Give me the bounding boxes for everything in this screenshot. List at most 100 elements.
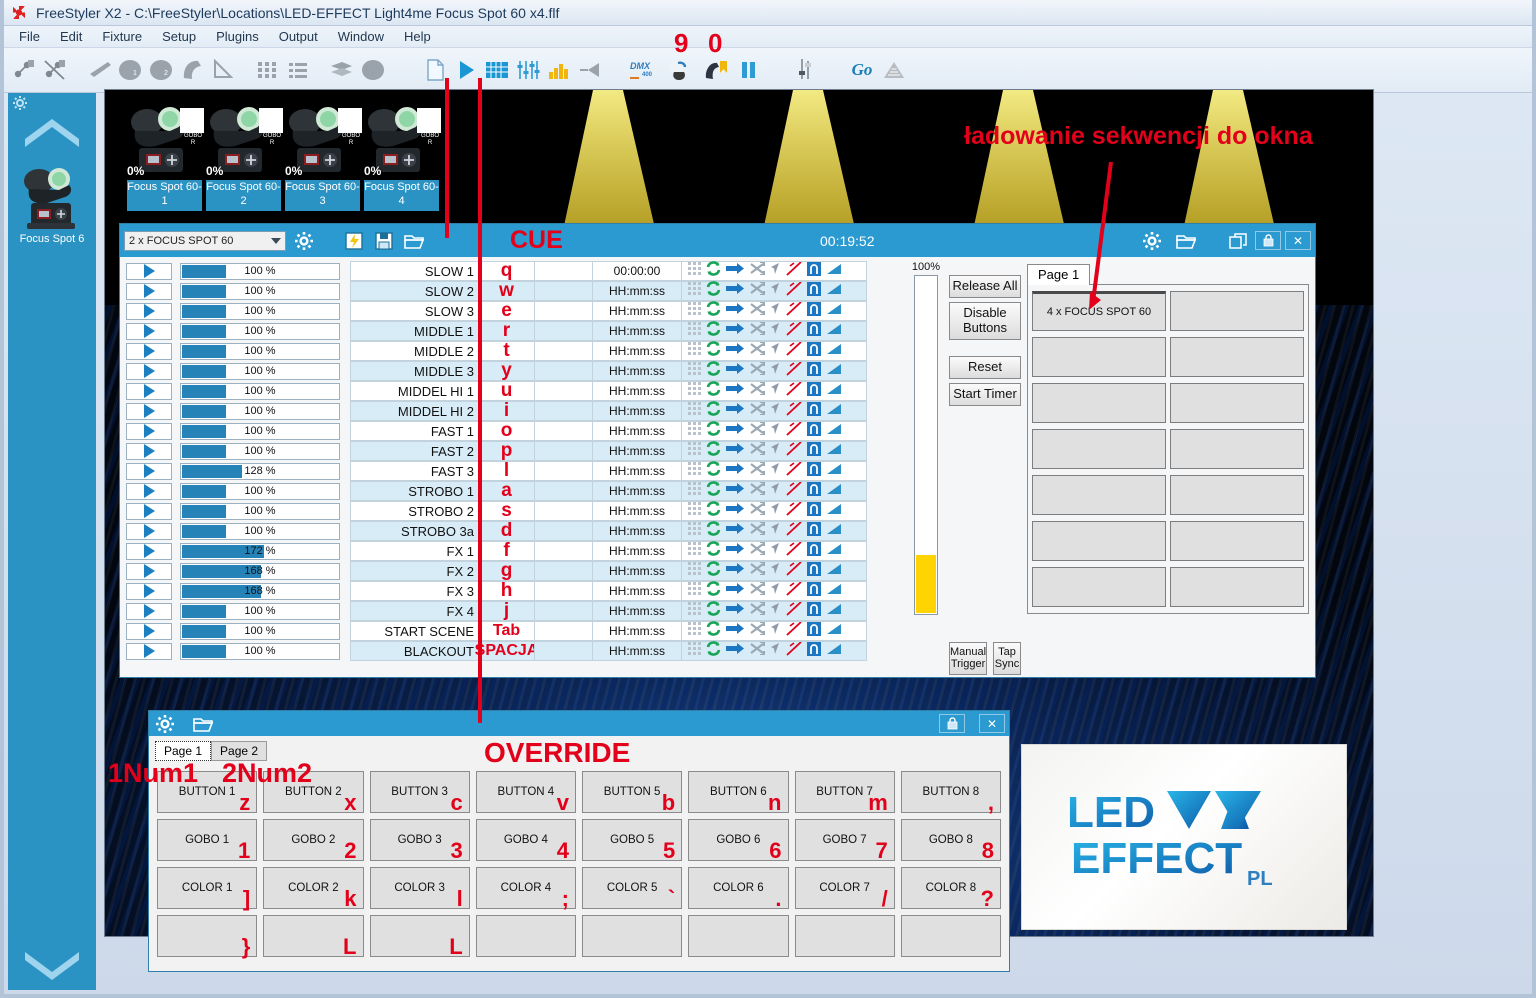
- menu-fixture[interactable]: Fixture: [93, 27, 151, 46]
- disable-buttons-button[interactable]: Disable Buttons: [949, 301, 1021, 340]
- fixture-thumb[interactable]: GOBO R 0% Focus Spot 60-1: [127, 102, 204, 211]
- beam-preview-icon[interactable]: [576, 55, 604, 85]
- master-fader[interactable]: 100%: [909, 261, 943, 679]
- override-button[interactable]: GOBO 3 3: [369, 819, 470, 862]
- cursor-icon[interactable]: [770, 442, 781, 460]
- loop-icon[interactable]: [706, 441, 721, 461]
- drag-handle-icon[interactable]: [688, 542, 701, 560]
- cue-speed-bar[interactable]: 100 %: [180, 382, 340, 400]
- cue-play-button[interactable]: [126, 302, 172, 320]
- submaster-icon[interactable]: [545, 55, 573, 85]
- cue-play-button[interactable]: [126, 642, 172, 660]
- shuffle-icon[interactable]: [750, 281, 765, 300]
- cursor-icon[interactable]: [770, 302, 781, 320]
- gate-icon[interactable]: [807, 621, 821, 641]
- cue-speed-bar[interactable]: 100 %: [180, 482, 340, 500]
- cue-play-button[interactable]: [126, 362, 172, 380]
- shuffle-icon[interactable]: [750, 321, 765, 340]
- gate-icon[interactable]: [807, 261, 821, 281]
- shuffle-icon[interactable]: [750, 621, 765, 640]
- drag-handle-icon[interactable]: [688, 622, 701, 640]
- bookmark-fixture-icon[interactable]: [700, 55, 732, 85]
- cursor-icon[interactable]: [770, 562, 781, 580]
- override-button[interactable]: GOBO 1 1: [157, 819, 258, 862]
- circle-1-icon[interactable]: 1: [116, 55, 144, 85]
- cue-speed-bar[interactable]: 100 %: [180, 262, 340, 280]
- loop-icon[interactable]: [706, 381, 721, 401]
- shuffle-icon[interactable]: [750, 561, 765, 580]
- manual-trigger-button[interactable]: Manual Trigger: [949, 641, 988, 675]
- fade-ramp-icon[interactable]: [826, 322, 842, 340]
- faders-icon[interactable]: [514, 55, 542, 85]
- cue-speed-bar[interactable]: 100 %: [180, 442, 340, 460]
- gate-icon[interactable]: [807, 541, 821, 561]
- no-fade-icon[interactable]: [786, 340, 802, 361]
- fade-ramp-icon[interactable]: [826, 302, 842, 320]
- fixture-thumb[interactable]: GOBO R 0% Focus Spot 60-4: [364, 102, 441, 211]
- sequence-page-button[interactable]: [1032, 337, 1166, 377]
- import-sequence-icon[interactable]: [342, 229, 366, 253]
- cue-speed-bar[interactable]: 100 %: [180, 642, 340, 660]
- sequence-page-button[interactable]: [1170, 291, 1304, 331]
- cue-speed-bar[interactable]: 100 %: [180, 522, 340, 540]
- drag-handle-icon[interactable]: [688, 642, 701, 660]
- forward-arrow-icon[interactable]: [726, 442, 745, 460]
- beam-icon[interactable]: [85, 55, 113, 85]
- cue-play-button[interactable]: [126, 542, 172, 560]
- cue-speed-bar[interactable]: 100 %: [180, 622, 340, 640]
- cursor-icon[interactable]: [770, 382, 781, 400]
- tab-page-2[interactable]: Page 2: [211, 741, 268, 761]
- gate-icon[interactable]: [807, 561, 821, 581]
- forward-arrow-icon[interactable]: [726, 362, 745, 380]
- cue-row[interactable]: 100 % SLOW 1 q 00:00:00: [126, 260, 905, 281]
- cue-row[interactable]: 100 % MIDDLE 2 t HH:mm:ss: [126, 340, 905, 361]
- no-fade-icon[interactable]: [786, 580, 802, 601]
- override-button[interactable]: BUTTON 6 n: [688, 771, 789, 814]
- master-fader-knob[interactable]: [916, 555, 936, 613]
- override-button[interactable]: BUTTON 2 x: [263, 771, 364, 814]
- override-button[interactable]: COLOR 5 `: [582, 867, 683, 910]
- drag-handle-icon[interactable]: [688, 482, 701, 500]
- release-all-button[interactable]: Release All: [949, 275, 1021, 298]
- no-fade-icon[interactable]: [786, 620, 802, 641]
- forward-arrow-icon[interactable]: [726, 562, 745, 580]
- shuffle-icon[interactable]: [750, 361, 765, 380]
- gear-icon[interactable]: [292, 229, 316, 253]
- override-button[interactable]: GOBO 4 4: [475, 819, 576, 862]
- sequence-page-button[interactable]: [1170, 475, 1304, 515]
- tab-page-1[interactable]: Page 1: [1027, 264, 1091, 285]
- forward-arrow-icon[interactable]: [726, 342, 745, 360]
- no-fade-icon[interactable]: [786, 360, 802, 381]
- group-copy-icon[interactable]: [328, 55, 356, 85]
- override-button[interactable]: COLOR 7 /: [794, 867, 895, 910]
- shuffle-icon[interactable]: [750, 601, 765, 620]
- gate-icon[interactable]: [807, 521, 821, 541]
- fade-ramp-icon[interactable]: [826, 422, 842, 440]
- forward-arrow-icon[interactable]: [726, 622, 745, 640]
- shuffle-icon[interactable]: [750, 581, 765, 600]
- sequence-page-button[interactable]: [1170, 429, 1304, 469]
- override-button[interactable]: COLOR 4 ;: [475, 867, 576, 910]
- override-button[interactable]: BUTTON 3 c: [369, 771, 470, 814]
- forward-arrow-icon[interactable]: [726, 322, 745, 340]
- forward-arrow-icon[interactable]: [726, 602, 745, 620]
- forward-arrow-icon[interactable]: [726, 282, 745, 300]
- cue-row[interactable]: 100 % STROBO 3a d HH:mm:ss: [126, 520, 905, 541]
- no-fade-icon[interactable]: [786, 260, 802, 281]
- single-fader-icon[interactable]: [791, 55, 819, 85]
- loop-icon[interactable]: [706, 581, 721, 601]
- chevron-up-icon[interactable]: [21, 113, 83, 147]
- menu-output[interactable]: Output: [270, 27, 327, 46]
- ellipse-fixture-icon[interactable]: [359, 55, 387, 85]
- cue-row[interactable]: 100 % SLOW 2 w HH:mm:ss: [126, 280, 905, 301]
- override-button[interactable]: [475, 915, 576, 957]
- sequence-page-button[interactable]: [1170, 567, 1304, 607]
- gate-icon[interactable]: [807, 381, 821, 401]
- forward-arrow-icon[interactable]: [726, 522, 745, 540]
- cue-play-button[interactable]: [126, 382, 172, 400]
- gate-icon[interactable]: [807, 301, 821, 321]
- cue-speed-bar[interactable]: 100 %: [180, 302, 340, 320]
- cue-play-button[interactable]: [126, 482, 172, 500]
- fade-ramp-icon[interactable]: [826, 522, 842, 540]
- gate-icon[interactable]: [807, 421, 821, 441]
